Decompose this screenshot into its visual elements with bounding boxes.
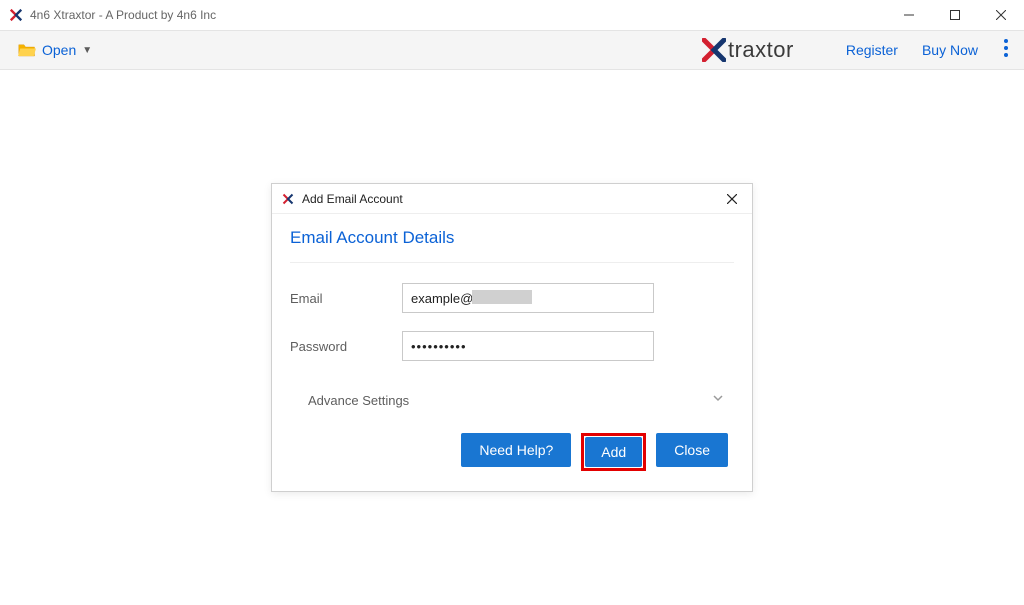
more-menu-button[interactable] [1000, 35, 1012, 66]
advance-settings-toggle[interactable]: Advance Settings [290, 379, 734, 417]
window-controls [886, 0, 1024, 30]
register-link[interactable]: Register [846, 42, 898, 58]
redacted-region [472, 290, 532, 304]
email-field-row: Email [290, 283, 734, 313]
caret-down-icon: ▼ [82, 45, 92, 56]
minimize-button[interactable] [886, 0, 932, 30]
dialog-close-icon[interactable] [722, 189, 742, 209]
folder-icon [18, 42, 36, 58]
need-help-button[interactable]: Need Help? [461, 433, 571, 467]
password-field-row: Password [290, 331, 734, 361]
titlebar: 4n6 Xtraxtor - A Product by 4n6 Inc [0, 0, 1024, 30]
advance-settings-label: Advance Settings [308, 393, 712, 408]
password-input[interactable] [402, 331, 654, 361]
brand-logo: traxtor [702, 37, 794, 63]
app-icon [8, 7, 24, 23]
dialog-app-icon [282, 192, 296, 206]
brand-text: traxtor [728, 37, 794, 63]
email-label: Email [290, 291, 402, 306]
add-button-highlight: Add [581, 433, 646, 471]
open-menu-button[interactable]: Open ▼ [12, 38, 98, 62]
chevron-down-icon [712, 391, 724, 409]
add-button[interactable]: Add [585, 437, 642, 467]
dialog-button-row: Need Help? Add Close [290, 417, 734, 473]
logo-x-icon [702, 38, 726, 62]
dialog-heading: Email Account Details [290, 228, 734, 263]
window-close-button[interactable] [978, 0, 1024, 30]
open-label: Open [42, 42, 76, 58]
buy-now-link[interactable]: Buy Now [922, 42, 978, 58]
dialog-title: Add Email Account [302, 192, 722, 206]
password-label: Password [290, 339, 402, 354]
maximize-button[interactable] [932, 0, 978, 30]
add-email-account-dialog: Add Email Account Email Account Details … [271, 183, 753, 492]
toolbar: Open ▼ traxtor Register Buy Now [0, 30, 1024, 70]
dialog-titlebar: Add Email Account [272, 184, 752, 214]
close-button[interactable]: Close [656, 433, 728, 467]
window-title: 4n6 Xtraxtor - A Product by 4n6 Inc [30, 8, 886, 22]
